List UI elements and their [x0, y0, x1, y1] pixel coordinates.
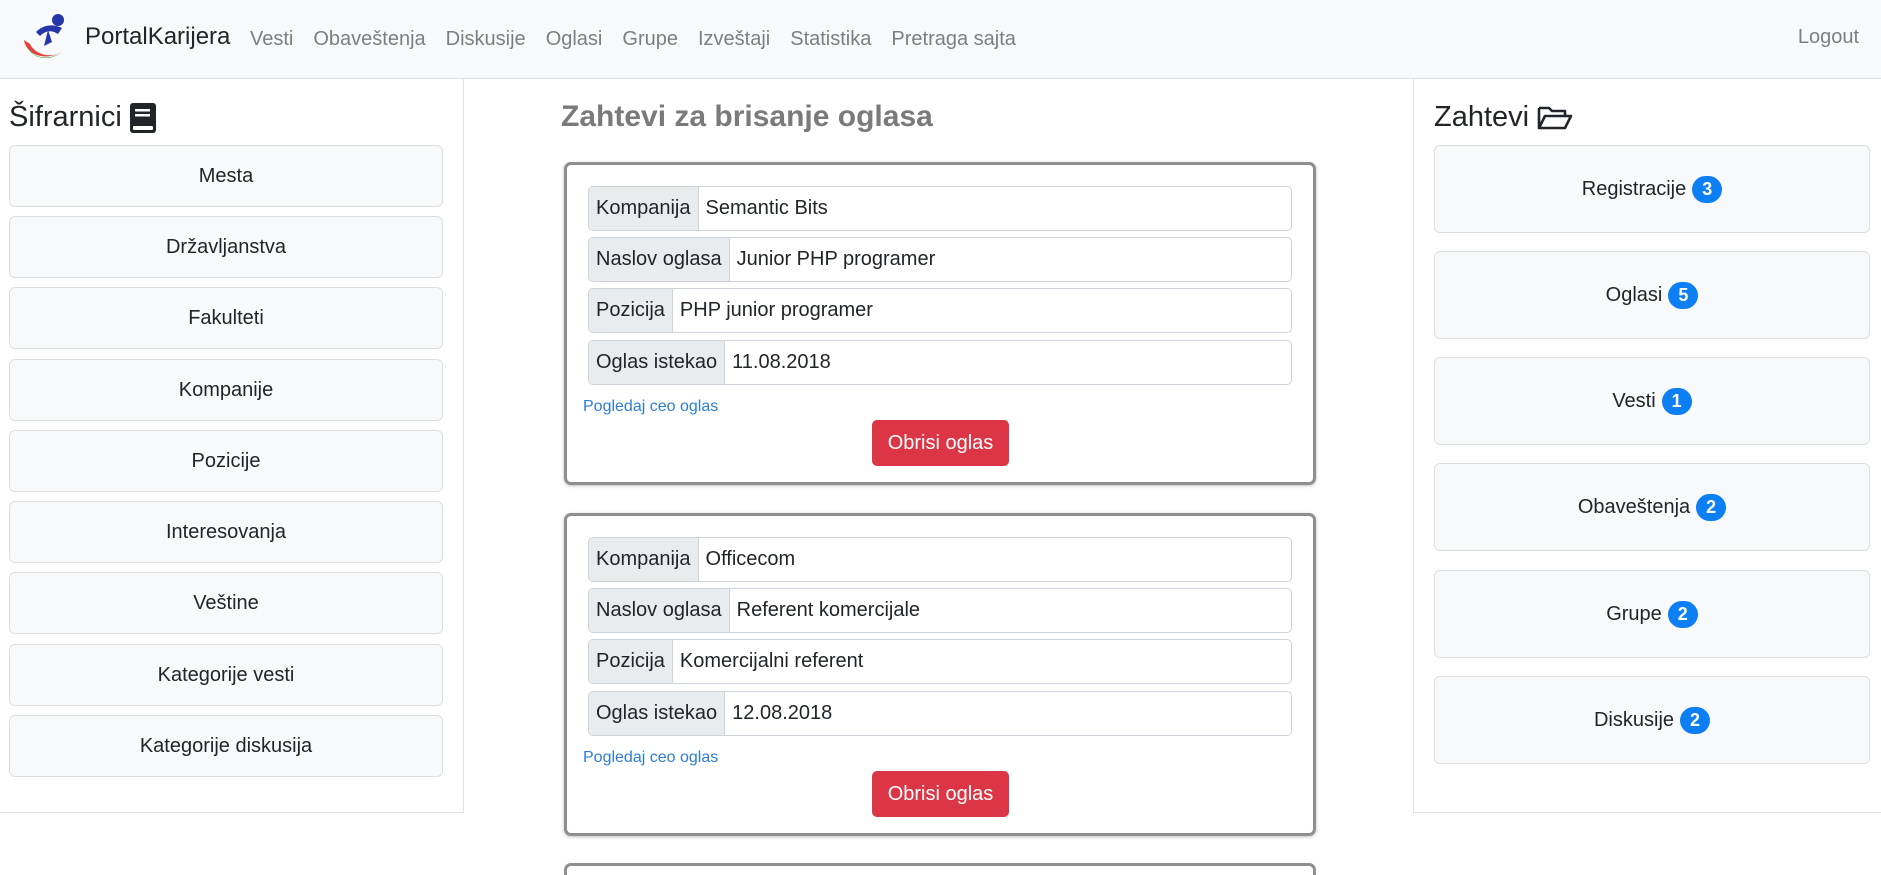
position-label: Pozicija	[589, 640, 673, 683]
zahtevi-item-label: Grupe	[1606, 602, 1662, 625]
expired-field: Oglas istekao 12.08.2018	[588, 691, 1292, 736]
portal-logo-icon	[24, 14, 64, 59]
zahtevi-diskusije-button[interactable]: Diskusije 2	[1434, 676, 1870, 764]
position-value: Komercijalni referent	[679, 650, 864, 672]
page-title: Zahtevi za brisanje oglasa	[561, 100, 933, 133]
ad-title-label: Naslov oglasa	[589, 238, 730, 281]
zahtevi-grupe-button[interactable]: Grupe 2	[1434, 570, 1870, 658]
top-navbar: PortalKarijera Vesti Obaveštenja Diskusi…	[0, 0, 1881, 79]
sifrarnik-kategorije-vesti-button[interactable]: Kategorije vesti	[9, 644, 443, 706]
sifrarnik-drzavljanstva-button[interactable]: Državljanstva	[9, 216, 443, 278]
sifrarnik-kategorije-diskusija-button[interactable]: Kategorije diskusija	[9, 715, 443, 777]
sifrarnici-heading: Šifrarnici	[9, 101, 156, 134]
count-badge: 3	[1692, 175, 1723, 203]
zahtevi-item-label: Obaveštenja	[1577, 495, 1691, 518]
company-field: Kompanija Semantic Bits	[588, 186, 1292, 231]
ad-title-value: Junior PHP programer	[736, 248, 936, 270]
sifrarnici-title: Šifrarnici	[9, 101, 122, 133]
company-label: Kompanija	[589, 187, 699, 230]
zahtevi-oglasi-button[interactable]: Oglasi 5	[1434, 251, 1870, 339]
company-label: Kompanija	[589, 538, 699, 581]
company-field: Kompanija Officecom	[588, 537, 1292, 582]
count-badge: 1	[1661, 387, 1692, 415]
nav-statistika[interactable]: Statistika	[790, 28, 871, 51]
delete-request-card: Kompanija Officecom Naslov oglasa Refere…	[564, 513, 1316, 836]
nav-vesti[interactable]: Vesti	[250, 28, 293, 51]
sifrarnik-vestine-button[interactable]: Veštine	[9, 572, 443, 634]
sifrarnik-fakulteti-button[interactable]: Fakulteti	[9, 287, 443, 349]
zahtevi-registracije-button[interactable]: Registracije 3	[1434, 145, 1870, 233]
zahtevi-item-label: Registracije	[1581, 177, 1687, 200]
count-badge: 2	[1667, 600, 1698, 628]
delete-request-card: Kompanija Semantic Bits Naslov oglasa Ju…	[564, 162, 1316, 485]
company-value: Officecom	[705, 548, 796, 570]
zahtevi-item-label: Diskusije	[1593, 708, 1675, 731]
sifrarnik-mesta-button[interactable]: Mesta	[9, 145, 443, 207]
expired-label: Oglas istekao	[589, 692, 726, 735]
book-icon	[129, 102, 156, 133]
position-field: Pozicija Komercijalni referent	[588, 639, 1292, 684]
delete-ad-button[interactable]: Obrisi oglas	[872, 420, 1009, 466]
expired-field: Oglas istekao 11.08.2018	[588, 340, 1292, 385]
nav-pretraga-sajta[interactable]: Pretraga sajta	[891, 28, 1016, 51]
nav-obavestenja[interactable]: Obaveštenja	[313, 28, 425, 51]
sifrarnici-panel: Šifrarnici Mesta Državljanstva Fakulteti…	[0, 79, 464, 813]
expired-value: 12.08.2018	[732, 702, 833, 724]
view-full-ad-link[interactable]: Pogledaj ceo oglas	[583, 398, 718, 416]
sifrarnik-kompanije-button[interactable]: Kompanije	[9, 359, 443, 421]
nav-diskusije[interactable]: Diskusije	[446, 28, 526, 51]
ad-title-value: Referent komercijale	[736, 599, 921, 621]
folder-open-icon	[1537, 106, 1573, 129]
nav-oglasi[interactable]: Oglasi	[546, 28, 603, 51]
zahtevi-panel: Zahtevi Registracije 3 Oglasi 5 Vesti 1 …	[1413, 79, 1881, 813]
ad-title-field: Naslov oglasa Junior PHP programer	[588, 237, 1292, 282]
zahtevi-item-label: Oglasi	[1605, 283, 1663, 306]
zahtevi-heading: Zahtevi	[1434, 101, 1573, 134]
nav-izvestaji[interactable]: Izveštaji	[698, 28, 770, 51]
count-badge: 5	[1668, 281, 1699, 309]
zahtevi-item-label: Vesti	[1612, 389, 1656, 412]
zahtevi-vesti-button[interactable]: Vesti 1	[1434, 357, 1870, 445]
expired-label: Oglas istekao	[589, 341, 726, 384]
position-value: PHP junior programer	[679, 299, 873, 321]
zahtevi-title: Zahtevi	[1434, 101, 1530, 133]
position-label: Pozicija	[589, 289, 673, 332]
logout-link[interactable]: Logout	[1798, 26, 1859, 49]
ad-title-label: Naslov oglasa	[589, 589, 730, 632]
ad-title-field: Naslov oglasa Referent komercijale	[588, 588, 1292, 633]
sifrarnik-pozicije-button[interactable]: Pozicije	[9, 430, 443, 492]
delete-ad-button[interactable]: Obrisi oglas	[872, 771, 1009, 817]
zahtevi-obavestenja-button[interactable]: Obaveštenja 2	[1434, 463, 1870, 551]
count-badge: 2	[1680, 706, 1711, 734]
sifrarnik-interesovanja-button[interactable]: Interesovanja	[9, 501, 443, 563]
view-full-ad-link[interactable]: Pogledaj ceo oglas	[583, 749, 718, 767]
nav-grupe[interactable]: Grupe	[622, 28, 678, 51]
delete-request-card-partial	[564, 863, 1316, 875]
expired-value: 11.08.2018	[732, 351, 831, 373]
company-value: Semantic Bits	[705, 197, 828, 219]
count-badge: 2	[1696, 493, 1727, 521]
brand-link[interactable]: PortalKarijera	[18, 10, 230, 64]
main-nav: Vesti Obaveštenja Diskusije Oglasi Grupe…	[250, 0, 1036, 79]
brand-name: PortalKarijera	[85, 23, 231, 50]
position-field: Pozicija PHP junior programer	[588, 288, 1292, 333]
